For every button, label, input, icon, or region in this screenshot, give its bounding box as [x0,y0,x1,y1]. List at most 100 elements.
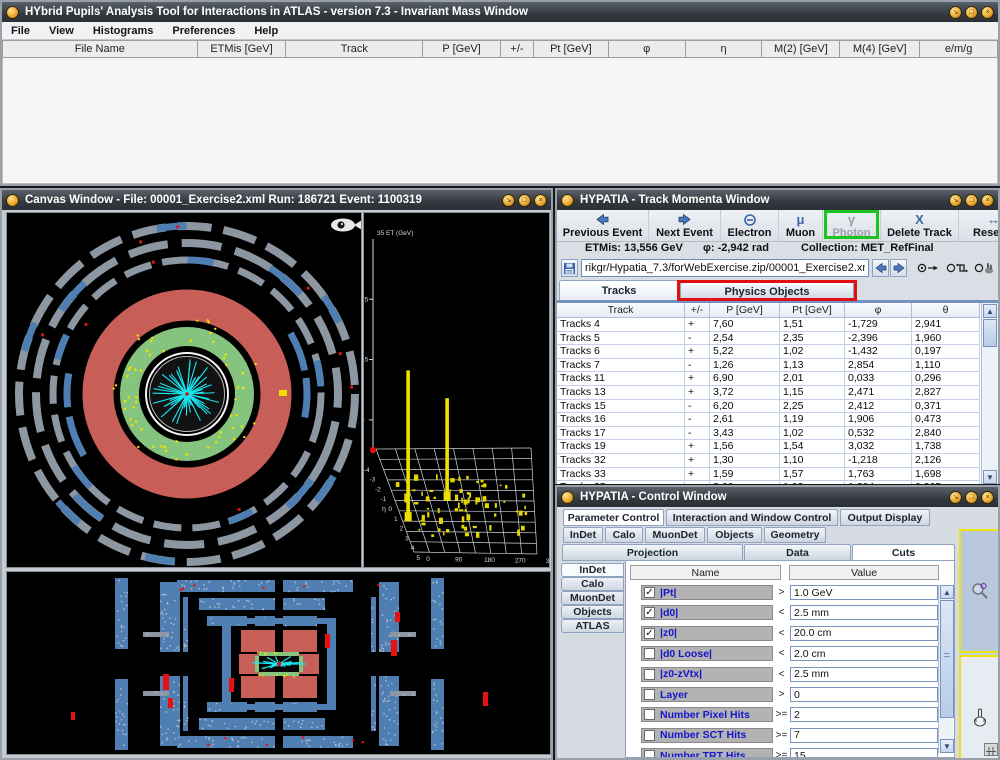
window-menu-orb[interactable] [561,194,574,207]
table-row[interactable]: Tracks 15-6,202,252,4120,371 [557,400,998,414]
table-row[interactable]: Tracks 16-2,611,191,9060,473 [557,413,998,427]
scroll-thumb[interactable] [983,319,997,347]
table-row[interactable]: Tracks 19+1,561,543,0321,738 [557,440,998,454]
checkbox-numbertrthits[interactable] [644,750,655,758]
detector-side-view[interactable] [6,571,551,755]
side-tab-objects[interactable]: Objects [561,605,624,619]
checkbox-z0zvtx[interactable] [644,669,655,680]
scroll-up-button[interactable]: ▲ [983,304,997,318]
grid-icon[interactable] [984,743,998,756]
menu-file[interactable]: File [11,25,30,37]
side-tab-indet[interactable]: InDet [561,563,624,577]
checkbox-numberscthits[interactable] [644,730,655,741]
scroll-down-button[interactable]: ▼ [983,470,997,484]
window-menu-orb[interactable] [6,6,19,19]
circle-arrow-icon[interactable] [917,259,939,277]
tab-cuts[interactable]: Cuts [852,544,955,561]
cut-value-input[interactable] [790,585,938,600]
file-path-input[interactable] [581,259,869,277]
close-button[interactable]: × [981,6,994,19]
invariant-mass-table-body[interactable] [2,58,998,184]
cut-value-input[interactable] [790,605,938,620]
toolbar-button-photon[interactable]: γPhoton [823,210,881,241]
toolbar-button-muon[interactable]: μMuon [779,210,823,241]
tab-tracks[interactable]: Tracks [559,280,679,300]
tab-parameter-control[interactable]: Parameter Control [563,509,664,526]
table-row[interactable]: Tracks 13+3,721,152,4712,827 [557,386,998,400]
menu-help[interactable]: Help [254,25,278,37]
close-button[interactable]: × [981,491,994,504]
circle-loop-icon[interactable] [946,259,968,277]
checkbox-d0loose[interactable] [644,648,655,659]
table-row[interactable]: Tracks 7-1,261,132,8541,110 [557,359,998,373]
tab-output-display[interactable]: Output Display [840,509,930,526]
tab-geometry[interactable]: Geometry [764,527,826,543]
track-momenta-titlebar[interactable]: HYPATIA - Track Momenta Window ↘□× [557,190,998,210]
scroll-thumb[interactable] [940,600,954,718]
cut-value-input[interactable] [790,646,938,661]
toolbar-button-electron[interactable]: Electron [721,210,779,241]
checkbox-d0[interactable]: ✓ [644,607,655,618]
tab-projection[interactable]: Projection [562,544,743,561]
cut-value-input[interactable] [790,667,938,682]
cut-value-input[interactable] [790,728,938,743]
tab-calo[interactable]: Calo [605,527,643,543]
maximize-button[interactable]: □ [965,194,978,207]
checkbox-z0[interactable]: ✓ [644,628,655,639]
cut-value-input[interactable] [790,626,938,641]
canvas-titlebar[interactable]: Canvas Window - File: 00001_Exercise2.xm… [2,190,551,210]
invariant-mass-titlebar[interactable]: HYbrid Pupils' Analysis Tool for Interac… [2,2,998,22]
checkbox-numberpixelhits[interactable] [644,709,655,720]
circle-hand-icon[interactable] [974,259,996,277]
nav-left-icon[interactable] [872,259,889,277]
scroll-down-button[interactable]: ▼ [940,739,954,753]
tracks-scrollbar[interactable]: ▲▼ [981,303,998,485]
restore-button[interactable]: ↘ [949,491,962,504]
table-row[interactable]: Tracks 4+7,601,51-1,7292,941 [557,318,998,332]
menu-view[interactable]: View [49,25,74,37]
tab-interaction-and-window-control[interactable]: Interaction and Window Control [666,509,838,526]
maximize-button[interactable]: □ [518,194,531,207]
table-row[interactable]: Tracks 33+1,591,571,7631,698 [557,468,998,482]
table-row[interactable]: Tracks 17-3,431,020,5322,840 [557,427,998,441]
restore-button[interactable]: ↘ [949,194,962,207]
cut-value-input[interactable] [790,687,938,702]
maximize-button[interactable]: □ [965,6,978,19]
cuts-scrollbar[interactable]: ▲▼ [938,585,953,753]
restore-button[interactable]: ↘ [949,6,962,19]
table-row[interactable]: Tracks 6+5,221,02-1,4320,197 [557,345,998,359]
control-titlebar[interactable]: HYPATIA - Control Window ↘□× [557,487,998,507]
checkbox-layer[interactable] [644,689,655,700]
tab-physics-objects[interactable]: Physics Objects [680,282,854,300]
toolbar-button-reset-c[interactable]: ↔Reset C [959,210,998,241]
cut-value-input[interactable] [790,707,938,722]
side-tab-muondet[interactable]: MuonDet [561,591,624,605]
close-button[interactable]: × [534,194,547,207]
detector-end-view[interactable] [6,212,362,568]
nav-right-icon[interactable] [890,259,907,277]
menu-preferences[interactable]: Preferences [172,25,235,37]
window-menu-orb[interactable] [6,194,19,207]
toolbar-button-delete-track[interactable]: XDelete Track [881,210,959,241]
lego-plot[interactable]: 35 ET (GeV)51525090180270360φ-5-4-3-2-10… [363,212,550,568]
tab-muondet[interactable]: MuonDet [645,527,705,543]
toolbar-button-previous-event[interactable]: Previous Event [557,210,649,241]
table-row[interactable]: Tracks 32+1,301,10-1,2182,126 [557,454,998,468]
scroll-up-button[interactable]: ▲ [940,585,954,599]
tab-objects[interactable]: Objects [707,527,762,543]
table-row[interactable]: Tracks 5-2,542,35-2,3961,960 [557,332,998,346]
restore-button[interactable]: ↘ [502,194,515,207]
table-row[interactable]: Tracks 11+6,902,010,0330,296 [557,372,998,386]
side-tab-calo[interactable]: Calo [561,577,624,591]
menu-histograms[interactable]: Histograms [93,25,154,37]
save-icon[interactable] [561,259,578,277]
tab-indet[interactable]: InDet [563,527,603,543]
tab-data[interactable]: Data [744,544,851,561]
side-tab-atlas[interactable]: ATLAS [561,619,624,633]
checkbox-pt[interactable]: ✓ [644,587,655,598]
toolbar-button-next-event[interactable]: Next Event [649,210,721,241]
zoom-tool-panel[interactable] [959,529,998,653]
window-menu-orb[interactable] [561,491,574,504]
maximize-button[interactable]: □ [965,491,978,504]
close-button[interactable]: × [981,194,994,207]
